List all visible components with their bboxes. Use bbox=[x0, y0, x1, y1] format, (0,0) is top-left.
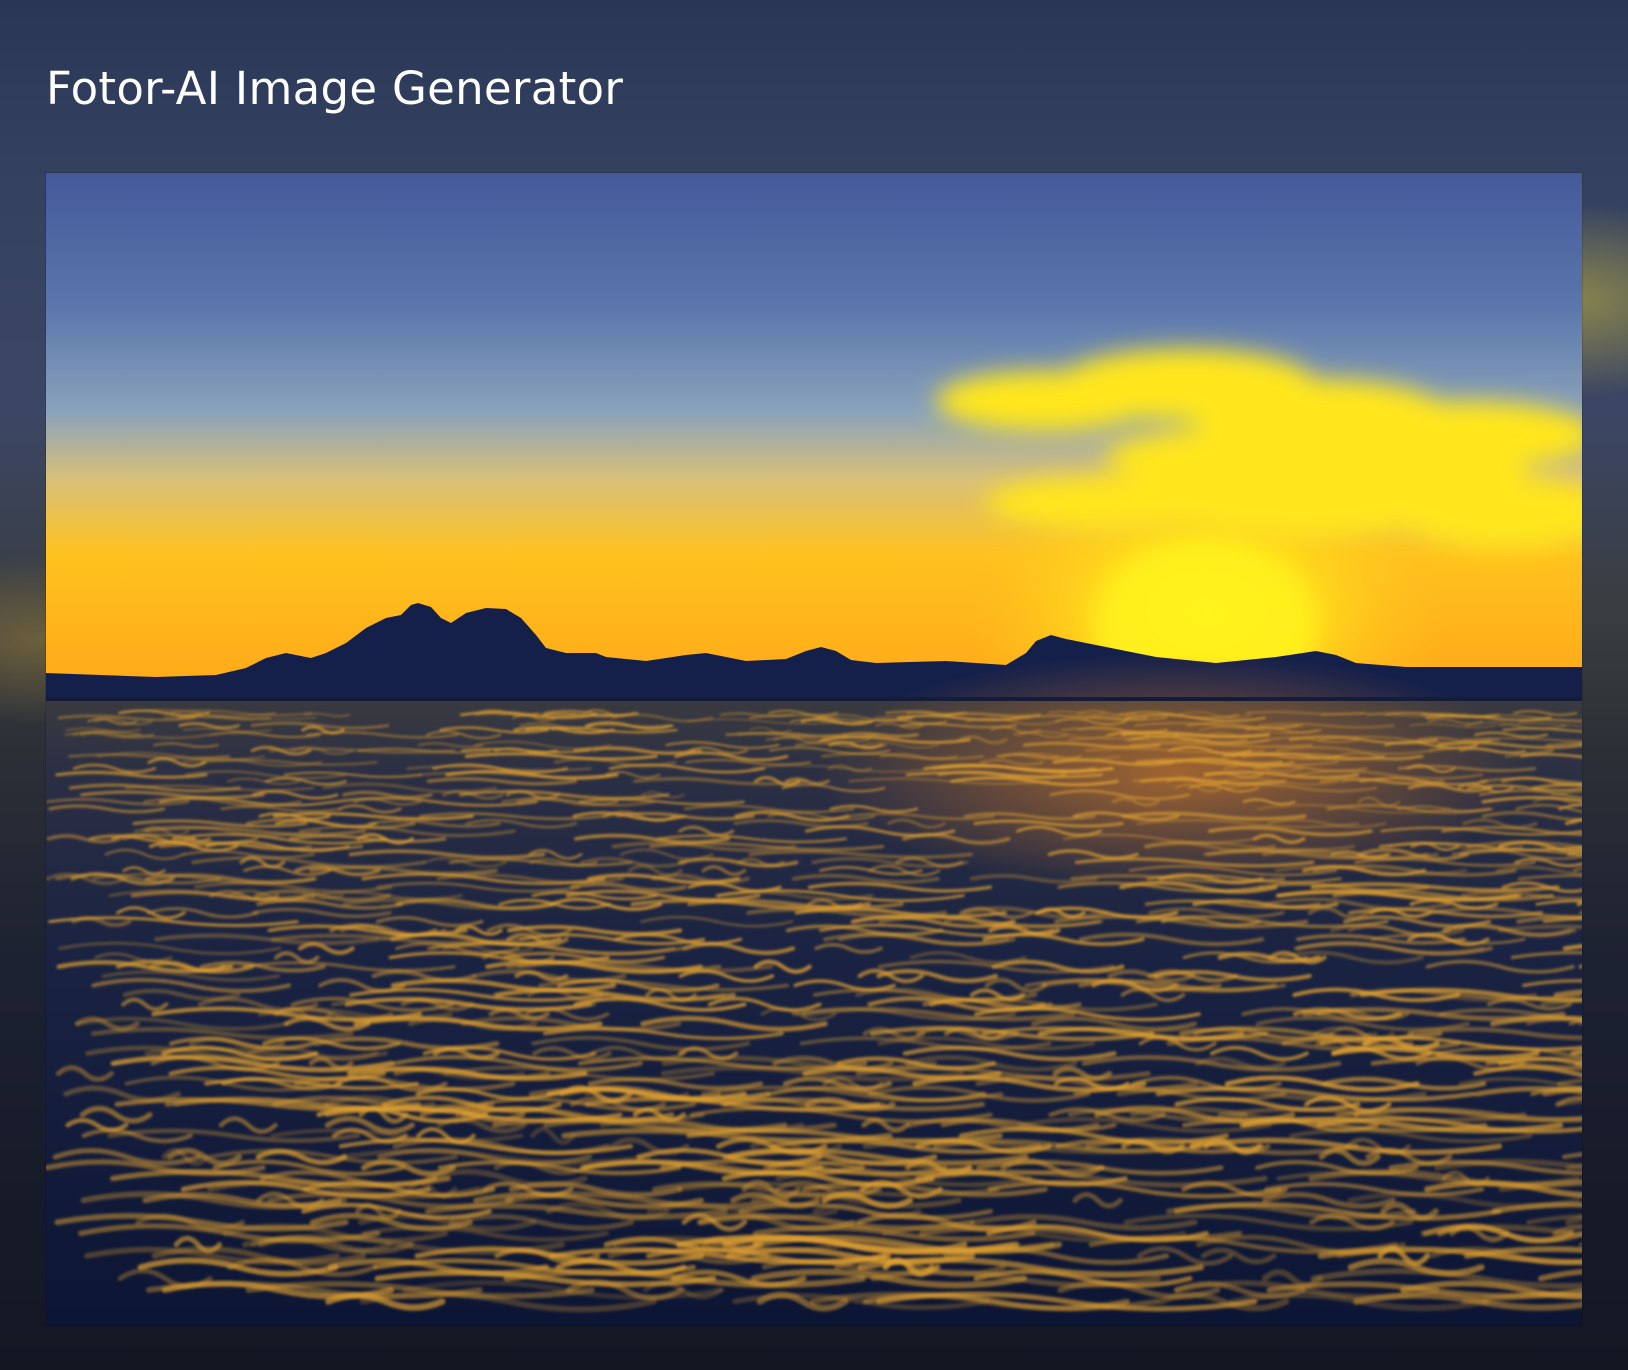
page-title: Fotor-AI Image Generator bbox=[46, 61, 624, 115]
page-header: Fotor-AI Image Generator bbox=[46, 58, 623, 118]
horizon-line bbox=[46, 697, 1582, 701]
generated-image bbox=[46, 173, 1582, 1325]
sunset-sea-artwork bbox=[46, 173, 1582, 1325]
